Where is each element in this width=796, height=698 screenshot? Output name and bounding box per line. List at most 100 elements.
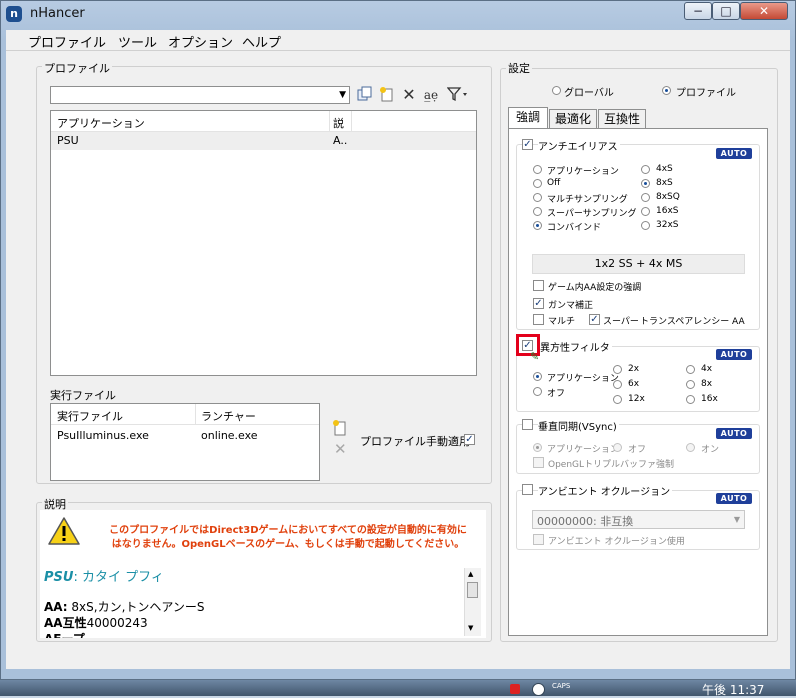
col-description[interactable]: 説 bbox=[333, 115, 344, 131]
af-2x-radio[interactable] bbox=[613, 365, 622, 374]
aa-mode-application-label: アプリケーション bbox=[547, 167, 619, 177]
aa-level-8xs-radio[interactable] bbox=[641, 179, 650, 188]
chevron-down-icon[interactable]: ▼ bbox=[339, 90, 346, 100]
vsync-auto-badge[interactable]: AUTO bbox=[716, 428, 752, 439]
gamma-checkbox[interactable]: ✓ bbox=[533, 298, 544, 309]
profile-name: PSU bbox=[44, 570, 74, 585]
col-divider[interactable] bbox=[329, 111, 330, 131]
ingame-aa-label: ゲーム内AA設定の強調 bbox=[548, 283, 642, 293]
description-scrollbar[interactable]: ▲ ▼ bbox=[464, 568, 481, 636]
rename-profile-icon[interactable]: a̲ẹ bbox=[422, 86, 440, 104]
transparency-super-checkbox[interactable]: ✓ bbox=[589, 314, 600, 325]
scope-profile-radio[interactable] bbox=[662, 86, 671, 95]
af-8x-radio[interactable] bbox=[686, 380, 695, 389]
tab-optimize[interactable]: 最適化 bbox=[549, 109, 597, 129]
af-16x-radio[interactable] bbox=[686, 395, 695, 404]
title-bar[interactable]: n nHancer − □ ✕ bbox=[0, 0, 796, 30]
af-4x-label: 4x bbox=[701, 364, 713, 374]
scope-global-label: グローバル bbox=[564, 88, 614, 99]
aa-mode-combined-radio[interactable] bbox=[533, 221, 542, 230]
tab-enhance[interactable]: 強調 bbox=[508, 107, 548, 129]
minimize-button[interactable]: − bbox=[684, 2, 712, 20]
aa-level-4xs-radio[interactable] bbox=[641, 165, 650, 174]
vsync-application-radio[interactable] bbox=[533, 443, 542, 452]
menu-profile[interactable]: プロファイル bbox=[28, 32, 106, 51]
af-off-radio[interactable] bbox=[533, 387, 542, 396]
aa-mode-supersampling-label: スーパーサンプリング bbox=[547, 209, 637, 219]
aa-level-32xs-radio[interactable] bbox=[641, 221, 650, 230]
ao-title: アンビエント オクルージョン bbox=[538, 483, 673, 498]
aa-mode-application-radio[interactable] bbox=[533, 165, 542, 174]
ao-checkbox[interactable] bbox=[522, 484, 533, 495]
vsync-on-label: オン bbox=[701, 445, 720, 455]
close-button[interactable]: ✕ bbox=[740, 2, 788, 20]
vsync-checkbox[interactable] bbox=[522, 419, 533, 430]
aa-mode-multisampling-label: マルチサンプリング bbox=[547, 195, 628, 205]
scroll-thumb[interactable] bbox=[467, 582, 478, 598]
summary-line-compat: AA互性40000243 bbox=[44, 614, 148, 631]
scroll-down-icon[interactable]: ▼ bbox=[468, 624, 473, 632]
transparency-super-label: スーパー bbox=[603, 317, 639, 327]
vsync-on-radio[interactable] bbox=[686, 443, 695, 452]
aa-checkbox[interactable]: ✓ bbox=[522, 139, 533, 150]
col-application[interactable]: アプリケーション bbox=[57, 115, 145, 131]
maximize-button[interactable]: □ bbox=[712, 2, 740, 20]
summary-aa-value: 8xS,カン,トンヘアンーS bbox=[67, 600, 205, 614]
delete-profile-icon[interactable]: ✕ bbox=[400, 86, 418, 104]
taskbar-clock[interactable]: 午後 11:37 bbox=[702, 681, 764, 698]
col-divider[interactable] bbox=[351, 111, 352, 131]
vsync-off-radio[interactable] bbox=[613, 443, 622, 452]
af-12x-radio[interactable] bbox=[613, 395, 622, 404]
menu-help[interactable]: ヘルプ bbox=[242, 32, 281, 51]
aa-mode-supersampling-radio[interactable] bbox=[533, 207, 542, 216]
af-6x-radio[interactable] bbox=[613, 380, 622, 389]
transparency-multi-checkbox[interactable] bbox=[533, 314, 544, 325]
warning-icon bbox=[48, 516, 80, 549]
aa-mode-display: 1x2 SS + 4x MS bbox=[532, 254, 745, 274]
executables-title: 実行ファイル bbox=[50, 389, 116, 402]
chevron-down-icon[interactable]: ▼ bbox=[734, 515, 740, 524]
vsync-application-label: アプリケーション bbox=[547, 445, 619, 455]
taskbar: CAPS 午後 11:37 bbox=[0, 680, 796, 698]
scroll-up-icon[interactable]: ▲ bbox=[468, 570, 473, 578]
ao-use-label: アンビエント オクルージョン使用 bbox=[548, 537, 685, 547]
add-executable-icon[interactable] bbox=[332, 418, 348, 439]
menu-tools[interactable]: ツール bbox=[118, 32, 157, 51]
ao-combo[interactable]: 00000000: 非互換 ▼ bbox=[532, 510, 745, 529]
af-4x-radio[interactable] bbox=[686, 365, 695, 374]
copy-profile-icon[interactable] bbox=[356, 86, 374, 104]
scope-global-radio[interactable] bbox=[552, 86, 561, 95]
new-profile-icon[interactable] bbox=[378, 86, 396, 104]
tray-ime-icon[interactable] bbox=[532, 683, 545, 696]
aa-level-16xs-radio[interactable] bbox=[641, 207, 650, 216]
manual-apply-label: プロファイル手動適用 bbox=[360, 435, 470, 448]
aa-mode-off-radio[interactable] bbox=[533, 179, 542, 188]
summary-compat-label: AA互性 bbox=[44, 616, 87, 630]
profile-table[interactable]: アプリケーション 説 PSU A.. bbox=[50, 110, 477, 376]
warning-message: このプロファイルではDirect3Dゲームにおいてすべての設定が自動的に有効に … bbox=[109, 525, 467, 550]
col-divider[interactable] bbox=[195, 404, 196, 424]
executables-table[interactable]: 実行ファイル ランチャー PsuIlluminus.exe online.exe bbox=[50, 403, 320, 481]
table-row[interactable]: PSU A.. bbox=[51, 132, 476, 150]
aa-mode-multisampling-radio[interactable] bbox=[533, 193, 542, 202]
ingame-aa-checkbox[interactable] bbox=[533, 280, 544, 291]
remove-executable-icon[interactable]: ✕ bbox=[334, 440, 347, 458]
col-launcher[interactable]: ランチャー bbox=[201, 408, 256, 424]
tab-compatibility[interactable]: 互換性 bbox=[598, 109, 646, 129]
tray-alert-icon[interactable] bbox=[510, 684, 520, 694]
manual-apply-checkbox[interactable]: ✓ bbox=[464, 434, 475, 445]
af-application-radio[interactable] bbox=[533, 372, 542, 381]
ao-use-checkbox[interactable] bbox=[533, 534, 544, 545]
description-panel: このプロファイルではDirect3Dゲームにおいてすべての設定が自動的に有効に … bbox=[40, 510, 486, 638]
profiles-group-title: プロファイル bbox=[42, 60, 112, 76]
profile-search-combo[interactable]: ▼ bbox=[50, 86, 350, 104]
aa-level-8xsq-radio[interactable] bbox=[641, 193, 650, 202]
filter-icon[interactable] bbox=[446, 86, 470, 104]
table-row[interactable]: PsuIlluminus.exe online.exe bbox=[51, 428, 319, 444]
triple-buffer-checkbox[interactable] bbox=[533, 457, 544, 468]
af-auto-badge[interactable]: AUTO bbox=[716, 349, 752, 360]
menu-options[interactable]: オプション bbox=[168, 32, 233, 51]
aa-auto-badge[interactable]: AUTO bbox=[716, 148, 752, 159]
col-executable[interactable]: 実行ファイル bbox=[57, 408, 123, 424]
ao-auto-badge[interactable]: AUTO bbox=[716, 493, 752, 504]
